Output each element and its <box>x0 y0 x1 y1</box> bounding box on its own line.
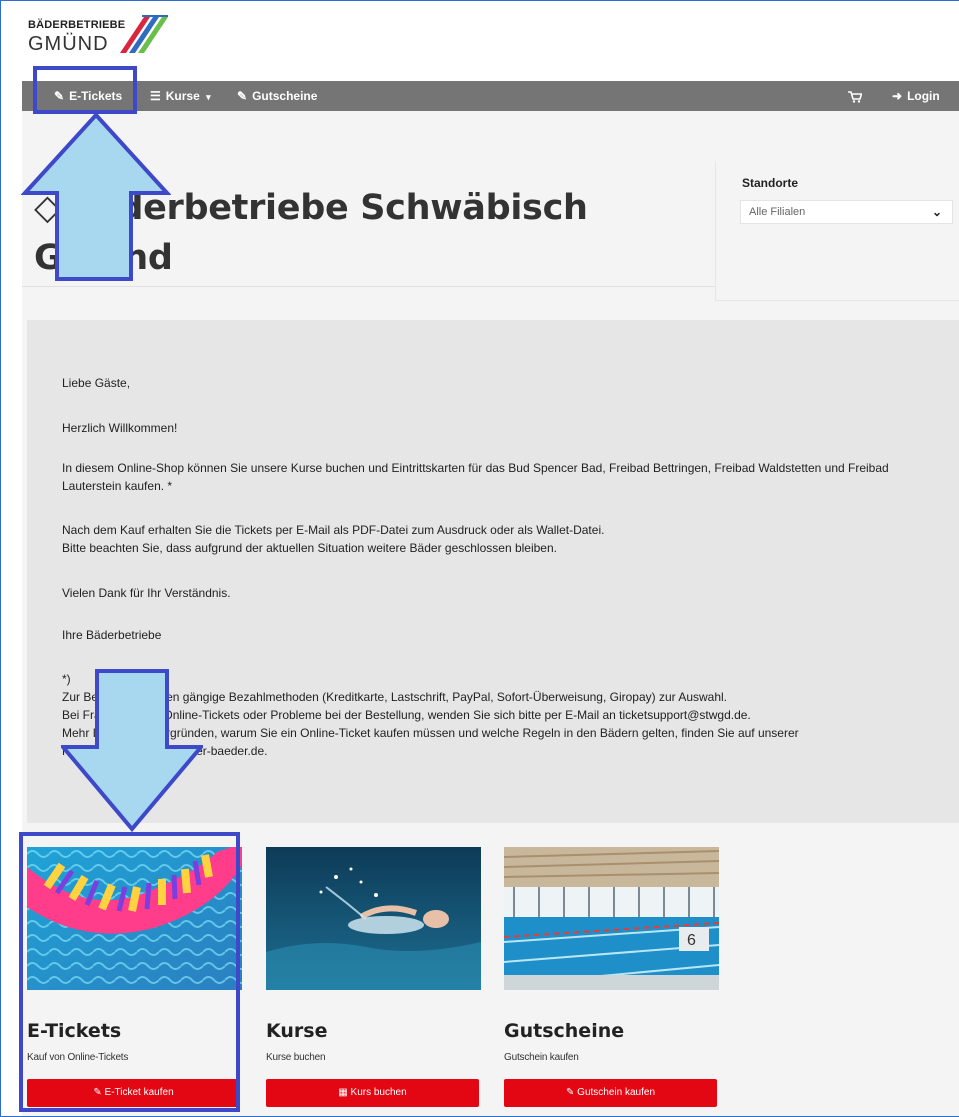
list-icon: ▦ <box>338 1087 351 1098</box>
nav-item-label: Kurse <box>165 89 200 103</box>
svg-text:6: 6 <box>687 932 696 949</box>
logo-text-line2: GMÜND <box>28 33 109 55</box>
sign-in-icon: ➜ <box>892 89 903 103</box>
welcome-line: Ihre Bäderbetriebe <box>62 628 162 642</box>
chevron-down-icon: ⌄ <box>931 205 942 219</box>
welcome-line: Liebe Gäste, <box>62 376 131 390</box>
caret-down-icon: ▾ <box>206 92 211 102</box>
card-image-swimmer[interactable] <box>266 847 481 990</box>
logo-text-line1: BÄDERBETRIEBE <box>28 19 126 31</box>
welcome-line: Vielen Dank für Ihr Verständnis. <box>62 586 231 600</box>
welcome-line: Nach dem Kauf erhalten Sie die Tickets p… <box>62 523 605 537</box>
standorte-panel: Standorte Alle Filialen ⌄ <box>715 161 959 301</box>
annotation-arrow-up-icon <box>21 113 171 281</box>
logo[interactable]: BÄDERBETRIEBE GMÜND <box>28 13 168 61</box>
nav-item-gutscheine[interactable]: ✎ Gutscheine <box>237 81 317 111</box>
logo-stripes-icon <box>120 15 168 53</box>
nav-item-label: Gutscheine <box>252 89 318 103</box>
card-title: Gutscheine <box>504 1020 625 1042</box>
card-subtitle: Kurse buchen <box>266 1052 326 1063</box>
book-course-button[interactable]: ▦ Kurs buchen <box>266 1079 479 1107</box>
ticket-icon: ✎ <box>566 1087 578 1098</box>
card-title: Kurse <box>266 1020 328 1042</box>
welcome-line: Herzlich Willkommen! <box>62 421 178 435</box>
card-image-indoor-pool[interactable]: 6 <box>504 847 719 990</box>
card-subtitle: Gutschein kaufen <box>504 1052 579 1063</box>
ticket-icon: ✎ <box>237 89 248 103</box>
annotation-highlight-nav <box>33 66 137 114</box>
login-label: Login <box>907 89 940 103</box>
cart-button[interactable] <box>848 81 863 111</box>
standorte-selected-value: Alle Filialen <box>749 206 806 218</box>
welcome-line: In diesem Online-Shop können Sie unsere … <box>62 461 889 493</box>
annotation-arrow-down-icon <box>61 669 203 833</box>
annotation-highlight-card <box>19 832 240 1112</box>
standorte-label: Standorte <box>742 176 799 190</box>
main-navbar: ✎ E-Tickets ☰ Kurse ▾ ✎ Gutscheine ➜ Login <box>22 81 959 111</box>
browser-frame: BÄDERBETRIEBE GMÜND ✎ E-Tickets ☰ Kurse ▾ … <box>0 0 959 1117</box>
standorte-select[interactable]: Alle Filialen ⌄ <box>740 200 953 224</box>
title-divider <box>22 286 718 287</box>
buy-voucher-button[interactable]: ✎ Gutschein kaufen <box>504 1079 717 1107</box>
nav-item-kurse[interactable]: ☰ Kurse ▾ <box>150 81 211 111</box>
cart-icon <box>848 91 863 103</box>
list-icon: ☰ <box>150 89 161 103</box>
welcome-line: Bitte beachten Sie, dass aufgrund der ak… <box>62 541 557 555</box>
login-button[interactable]: ➜ Login <box>892 81 940 111</box>
